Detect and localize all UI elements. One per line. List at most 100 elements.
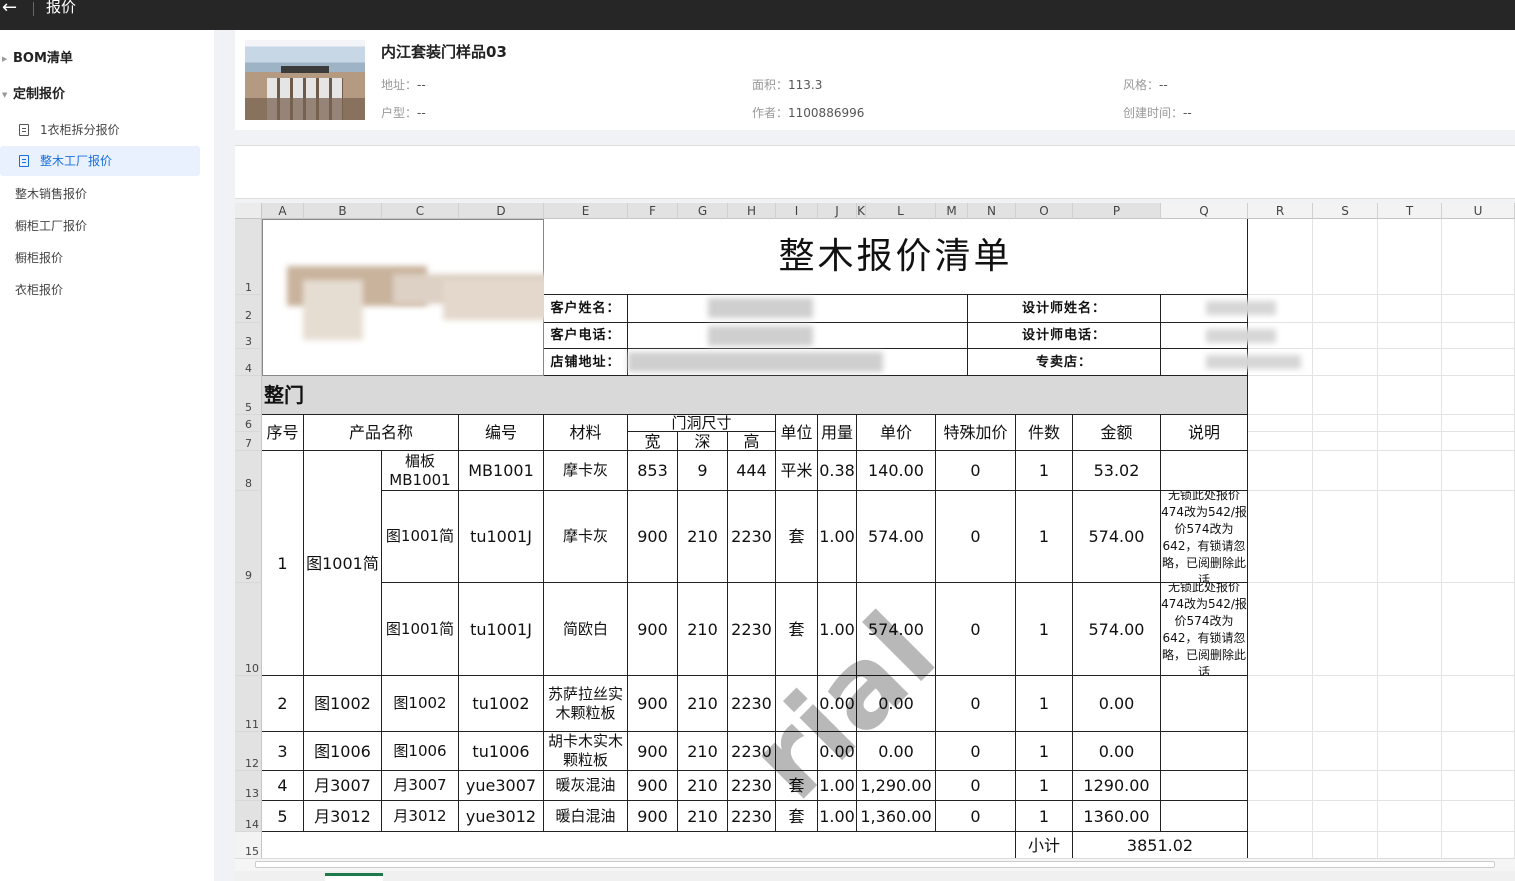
column-header[interactable]: F <box>628 203 678 219</box>
line-amount: 0.00 <box>1073 732 1161 771</box>
info-label: 设计师电话： <box>968 323 1161 349</box>
column-header[interactable]: D <box>459 203 544 219</box>
gridline <box>1248 731 1515 732</box>
row-header[interactable]: 7 <box>235 432 262 451</box>
column-header[interactable]: Q <box>1161 203 1248 219</box>
row-number: 11 <box>245 718 259 731</box>
column-header[interactable]: T <box>1378 203 1442 219</box>
sidebar-group-label: 定制报价 <box>13 87 66 102</box>
line-qty: 0.38 <box>818 451 857 491</box>
line-unit: 平米 <box>776 451 818 491</box>
column-header[interactable]: G <box>678 203 728 219</box>
line-amount: 1360.00 <box>1073 801 1161 832</box>
line-name: 楣板MB1001 <box>382 451 459 491</box>
row-header[interactable]: 6 <box>235 415 262 432</box>
row-number: 5 <box>245 401 252 414</box>
header-width: 宽 <box>628 432 678 451</box>
row-number: 7 <box>245 437 252 450</box>
column-header[interactable]: J <box>818 203 857 219</box>
row-header[interactable]: 11 <box>235 676 262 732</box>
sheet-tab[interactable] <box>325 873 383 881</box>
line-name: 月3007 <box>382 771 459 801</box>
gridline <box>1248 375 1515 376</box>
line-amount: 574.00 <box>1073 491 1161 583</box>
project-header: 内江套装门样品03 地址：-- 户型：-- 面积：113.3 作者：110088… <box>235 30 1515 130</box>
header-pieces: 件数 <box>1016 415 1073 451</box>
line-code: tu1002 <box>459 676 544 732</box>
line-note <box>1161 451 1248 491</box>
sheet-title: 整木报价清单 <box>544 219 1248 295</box>
page-title: 报价 <box>46 0 77 16</box>
column-header[interactable]: B <box>304 203 382 219</box>
horizontal-scrollbar[interactable] <box>235 858 1515 871</box>
column-header[interactable]: L <box>866 203 936 219</box>
arrow-left-icon[interactable]: ← <box>2 0 20 19</box>
line-width: 900 <box>628 801 678 832</box>
row-header[interactable]: 12 <box>235 732 262 771</box>
row-header[interactable]: 5 <box>235 376 262 415</box>
column-header[interactable]: P <box>1073 203 1161 219</box>
column-header[interactable]: C <box>382 203 459 219</box>
info-value <box>1161 323 1276 349</box>
column-header[interactable]: S <box>1313 203 1378 219</box>
area-meta: 面积：113.3 <box>752 78 823 92</box>
row-header[interactable]: 10 <box>235 583 262 676</box>
sheet-toolbar <box>235 145 1515 199</box>
row-header[interactable]: 3 <box>235 323 262 349</box>
column-header[interactable]: N <box>968 203 1016 219</box>
row-header[interactable]: 4 <box>235 349 262 376</box>
line-amount: 574.00 <box>1073 583 1161 676</box>
gridline <box>1248 675 1515 676</box>
column-header[interactable]: A <box>262 203 304 219</box>
sheet-tabs <box>235 871 1515 881</box>
sidebar-item-wood-sales-quote[interactable]: 整木销售报价 <box>0 179 200 209</box>
line-depth: 210 <box>678 676 728 732</box>
column-header[interactable]: U <box>1442 203 1515 219</box>
line-surcharge: 0 <box>936 771 1016 801</box>
line-width: 900 <box>628 676 678 732</box>
row-header[interactable]: 15 <box>235 832 262 859</box>
row-number: 3 <box>245 335 252 348</box>
row-number: 2 <box>245 309 252 322</box>
sidebar-item-wardrobe-quote[interactable]: 衣柜报价 <box>0 275 200 305</box>
select-all-corner[interactable] <box>235 203 262 219</box>
gridline <box>1248 450 1515 451</box>
gridline <box>1248 582 1515 583</box>
sidebar-item-cabinet-factory-quote[interactable]: 橱柜工厂报价 <box>0 211 200 241</box>
sidebar-group-bom[interactable]: ▶ BOM清单 <box>0 45 214 73</box>
row-header[interactable]: 2 <box>235 295 262 323</box>
line-material: 苏萨拉丝实木颗粒板 <box>544 676 628 732</box>
line-code: yue3012 <box>459 801 544 832</box>
column-header[interactable]: K <box>857 203 866 219</box>
column-header[interactable]: M <box>936 203 968 219</box>
column-header[interactable]: H <box>728 203 776 219</box>
header-surcharge: 特殊加价 <box>936 415 1016 451</box>
line-pieces: 1 <box>1016 451 1073 491</box>
column-header[interactable]: R <box>1248 203 1313 219</box>
column-header[interactable]: O <box>1016 203 1073 219</box>
info-value <box>628 349 968 376</box>
spreadsheet[interactable]: A B C D E F G H I J K L M N O P Q R S T U 1 2 3 4 5 6 7 8 9 10 11 12 13 14… <box>235 203 1515 881</box>
sidebar-item-wood-factory-quote[interactable]: 整木工厂报价 <box>0 146 200 176</box>
column-header[interactable]: E <box>544 203 628 219</box>
header-opening: 门洞尺寸 <box>628 414 776 432</box>
row-header[interactable]: 1 <box>235 219 262 295</box>
sidebar-item-cabinet-quote[interactable]: 橱柜报价 <box>0 243 200 273</box>
line-depth: 210 <box>678 771 728 801</box>
subtotal-blank <box>262 832 1016 859</box>
row-header[interactable]: 8 <box>235 451 262 491</box>
sidebar-item-wardrobe-split-quote[interactable]: 1衣柜拆分报价 <box>0 115 200 145</box>
sidebar-item-label: 橱柜报价 <box>15 251 64 265</box>
line-amount: 53.02 <box>1073 451 1161 491</box>
line-depth: 210 <box>678 583 728 676</box>
row-header[interactable]: 13 <box>235 771 262 801</box>
row-header[interactable]: 14 <box>235 801 262 832</box>
row-header[interactable]: 9 <box>235 491 262 583</box>
line-pieces: 1 <box>1016 583 1073 676</box>
column-header[interactable]: I <box>776 203 818 219</box>
sidebar-group-custom-quote[interactable]: ▼ 定制报价 <box>0 81 214 109</box>
header-price: 单价 <box>857 415 936 451</box>
note-text: 无锁此处报价474改为542/报价574改为642，有锁请忽略，已阅删除此话 <box>1161 491 1247 583</box>
project-thumbnail[interactable] <box>245 40 365 120</box>
section-title: 整门 <box>262 376 1248 415</box>
